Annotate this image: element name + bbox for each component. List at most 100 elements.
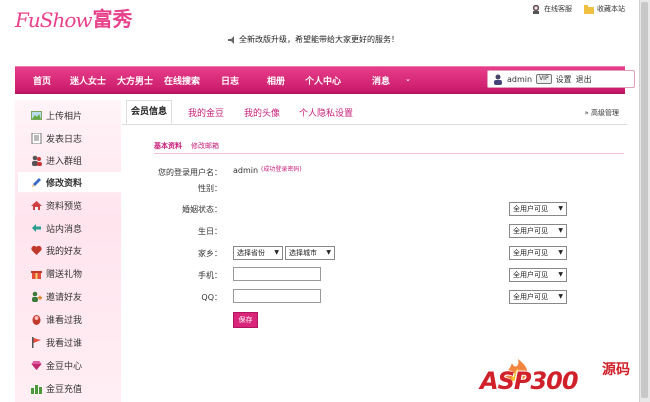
tab-my-avatar[interactable]: 我的头像 (244, 106, 280, 119)
qq-input[interactable] (233, 289, 321, 303)
vip-badge: VIP (536, 74, 552, 84)
marital-visibility-select[interactable]: 全用户可见 ▼ (509, 202, 567, 216)
mobile-input[interactable] (233, 267, 321, 281)
select-value: 全用户可见 (513, 271, 548, 279)
nav-blog[interactable]: 日志 (221, 74, 239, 87)
dropdown-arrow-icon: ▼ (558, 271, 563, 278)
service-icon (532, 4, 540, 14)
select-value: 选择省份 (237, 249, 265, 257)
sidebar-item-join-group[interactable]: 进入群组 (18, 150, 118, 170)
sidebar-item-label: 金豆充值 (46, 384, 83, 395)
subtab-change-email[interactable]: 修改邮箱 (191, 141, 219, 151)
nav-user-center[interactable]: 个人中心 (305, 74, 341, 87)
tab-bar: 会员信息 我的金豆 我的头像 个人隐私设置 » 高级管理 (122, 100, 627, 125)
select-value: 选择城市 (289, 249, 317, 257)
sidebar-item-invite[interactable]: 邀请好友 (18, 286, 118, 306)
sidebar-item-messages[interactable]: 站内消息 (18, 218, 118, 238)
city-select[interactable]: 选择城市 ▼ (285, 246, 335, 260)
sidebar-item-label: 我看过谁 (46, 338, 83, 349)
username[interactable]: admin (507, 75, 532, 84)
diamond-icon (31, 360, 42, 370)
watermark: ASP300 源码 (480, 355, 640, 399)
sidebar-item-label: 谁看过我 (46, 315, 83, 326)
online-service-link[interactable]: 在线客服 (531, 4, 572, 14)
settings-link[interactable]: 设置 (556, 74, 572, 85)
province-select[interactable]: 选择省份 ▼ (233, 246, 283, 260)
tab-my-gold[interactable]: 我的金豆 (188, 106, 224, 119)
sidebar-item-label: 邀请好友 (46, 292, 83, 303)
group-icon (32, 155, 42, 166)
nav-search[interactable]: 在线搜索 (164, 74, 200, 87)
logo-text-en: FuShow (15, 8, 92, 32)
visitor-icon (32, 314, 41, 325)
heart-icon (31, 245, 42, 255)
username-note: (成功登录密码) (261, 166, 302, 173)
sidebar-item-upload-photo[interactable]: 上传相片 (18, 105, 118, 125)
invite-icon (32, 291, 42, 302)
favorite-link[interactable]: 收藏本站 (584, 4, 625, 14)
nav-women[interactable]: 迷人女士 (70, 74, 106, 87)
birthday-label: 生日： (198, 227, 222, 236)
dropdown-arrow-icon: ▼ (558, 293, 563, 300)
dropdown-arrow-icon: ▼ (326, 249, 331, 256)
tab-privacy-settings[interactable]: 个人隐私设置 (299, 106, 353, 119)
favorite-label: 收藏本站 (597, 5, 625, 13)
select-value: 全用户可见 (513, 293, 548, 301)
nav-messages[interactable]: 消息 (372, 74, 390, 87)
mobile-label: 手机： (198, 271, 222, 280)
dropdown-arrow-icon: ▼ (274, 249, 279, 256)
sidebar-item-who-viewed-me[interactable]: 谁看过我 (18, 309, 118, 329)
mobile-visibility-select[interactable]: 全用户可见 ▼ (509, 268, 567, 282)
user-box: admin VIP 设置 退出 (487, 70, 635, 88)
dropdown-arrow-icon: ▼ (558, 205, 563, 212)
sidebar-item-preview-profile[interactable]: 资料预览 (18, 195, 118, 215)
save-button[interactable]: 保存 (233, 312, 258, 328)
subtab-basic-info[interactable]: 基本资料 (154, 141, 182, 151)
main-nav: 首页 迷人女士 大方男士 在线搜索 日志 相册 个人中心 消息 ⌄ admin … (15, 66, 635, 94)
sidebar-item-i-viewed[interactable]: 我看过谁 (18, 332, 118, 352)
photo-icon (31, 110, 42, 120)
preview-icon (31, 200, 42, 210)
sidebar: 上传相片 发表日志 进入群组 修改资料 资料预览 站内消息 我的好友 赠送礼物 … (15, 100, 121, 402)
birthday-visibility-select[interactable]: 全用户可见 ▼ (509, 224, 567, 238)
qq-visibility-select[interactable]: 全用户可见 ▼ (509, 290, 567, 304)
username-label: 您的登录用户名： (158, 168, 222, 177)
sidebar-item-label: 我的好友 (46, 246, 83, 257)
hometown-visibility-select[interactable]: 全用户可见 ▼ (509, 246, 567, 260)
pencil-icon (32, 177, 41, 187)
watermark-text: ASP300 (480, 367, 579, 395)
top-links: 在线客服 收藏本站 (531, 4, 625, 14)
scrollbar-thumb[interactable] (641, 2, 648, 398)
sidebar-item-post-blog[interactable]: 发表日志 (18, 128, 118, 148)
recharge-icon (31, 384, 42, 394)
logo-text-cn: 富秀 (92, 7, 133, 31)
advanced-management-link[interactable]: » 高级管理 (584, 108, 619, 118)
sidebar-item-label: 发表日志 (46, 134, 83, 145)
watermark-cn: 源码 (602, 362, 630, 378)
sidebar-item-label: 站内消息 (46, 224, 83, 235)
online-service-label: 在线客服 (544, 5, 572, 13)
select-value: 全用户可见 (513, 227, 548, 235)
sidebar-item-gold-center[interactable]: 金豆中心 (18, 355, 118, 375)
sidebar-item-label: 进入群组 (46, 156, 83, 167)
hometown-label: 家乡： (198, 249, 222, 258)
dropdown-arrow-icon: ▼ (558, 227, 563, 234)
chevron-down-icon[interactable]: ⌄ (405, 75, 411, 83)
tab-member-info[interactable]: 会员信息 (126, 100, 173, 124)
nav-album[interactable]: 相册 (267, 74, 285, 87)
site-logo[interactable]: FuShow 富秀 (15, 2, 133, 32)
nav-home[interactable]: 首页 (33, 74, 51, 87)
nav-men[interactable]: 大方男士 (117, 74, 153, 87)
sidebar-item-gifts[interactable]: 赠送礼物 (18, 263, 118, 283)
logout-link[interactable]: 退出 (576, 74, 592, 85)
sidebar-item-friends[interactable]: 我的好友 (18, 240, 118, 260)
user-avatar-icon (494, 74, 502, 85)
sidebar-item-label: 赠送礼物 (46, 269, 83, 280)
scrollbar[interactable] (639, 0, 650, 402)
sidebar-item-label: 上传相片 (46, 111, 83, 122)
gift-icon (31, 270, 42, 279)
sidebar-item-gold-recharge[interactable]: 金豆充值 (18, 378, 118, 398)
dropdown-arrow-icon: ▼ (558, 249, 563, 256)
marital-label: 婚姻状态： (182, 205, 222, 214)
sidebar-item-edit-profile[interactable]: 修改资料 (18, 172, 121, 192)
